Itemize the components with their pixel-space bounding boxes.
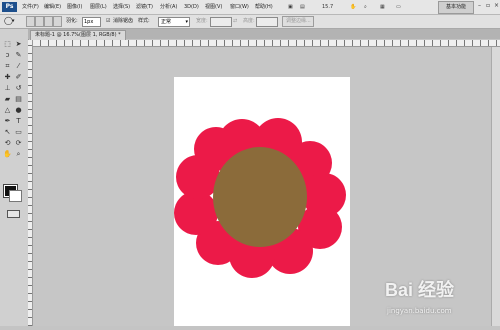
- bridge-icon[interactable]: ▣: [288, 2, 293, 12]
- height-label: 高度:: [243, 18, 255, 24]
- history-brush-icon[interactable]: ↺: [14, 84, 23, 93]
- hand-icon[interactable]: ✋: [350, 2, 356, 12]
- restore-icon[interactable]: ▫: [486, 3, 492, 9]
- menu-help[interactable]: 帮助(H): [255, 0, 273, 14]
- quick-select-icon[interactable]: ✎: [14, 51, 23, 60]
- feather-label: 羽化:: [66, 18, 78, 24]
- width-input[interactable]: [210, 17, 232, 27]
- screen-mode-icon[interactable]: ▭: [396, 2, 401, 12]
- watermark-logo: Bai 经验: [385, 280, 455, 300]
- shape-icon[interactable]: ▭: [14, 128, 23, 137]
- close-icon[interactable]: ×: [494, 3, 500, 9]
- baidu-watermark: Bai 经验 jingyan.baidu.com: [385, 276, 495, 324]
- minimize-icon[interactable]: –: [478, 3, 484, 9]
- style-value: 正常: [161, 19, 172, 25]
- horizontal-ruler[interactable]: [32, 40, 500, 47]
- zoom-tool-icon[interactable]: ⌕: [14, 150, 23, 159]
- menu-window[interactable]: 窗口(W): [230, 0, 249, 14]
- quick-mask-icon[interactable]: [7, 210, 20, 218]
- 3d-camera-icon[interactable]: ⟳: [14, 139, 23, 148]
- intersect-selection-icon[interactable]: [53, 16, 62, 27]
- menu-filter[interactable]: 滤镜(T): [136, 0, 153, 14]
- style-label: 样式:: [138, 18, 150, 24]
- photoshop-logo: Ps: [2, 2, 17, 12]
- menu-image[interactable]: 图像(I): [67, 0, 82, 14]
- flower-artwork: [174, 118, 346, 278]
- style-select[interactable]: 正常 ▾: [158, 17, 190, 27]
- eraser-icon[interactable]: ▰: [3, 95, 12, 104]
- menu-3d[interactable]: 3D(D): [184, 0, 199, 14]
- type-icon[interactable]: T: [14, 117, 23, 126]
- path-select-icon[interactable]: ↖: [3, 128, 12, 137]
- width-label: 宽度:: [196, 18, 208, 24]
- feather-input[interactable]: 1px: [82, 17, 101, 27]
- lasso-icon[interactable]: ↄ: [3, 51, 12, 60]
- document-canvas[interactable]: [174, 77, 350, 326]
- menu-edit[interactable]: 编辑(E): [44, 0, 61, 14]
- options-bar: ◯ ▾ 羽化: 1px ☑ 消除锯齿 样式: 正常 ▾ 宽度: ⇄ 高度: 调整…: [0, 15, 500, 29]
- pen-icon[interactable]: ✒: [3, 117, 12, 126]
- brush-icon[interactable]: ✐: [14, 73, 23, 82]
- height-input[interactable]: [256, 17, 278, 27]
- preset-dropdown-icon[interactable]: ▾: [12, 16, 15, 26]
- menu-select[interactable]: 选择(S): [113, 0, 130, 14]
- watermark-url: jingyan.baidu.com: [387, 307, 452, 315]
- document-tab[interactable]: 未标题-1 @ 16.7%(图层 1, RGB/8) *: [30, 30, 126, 40]
- gradient-icon[interactable]: ▤: [14, 95, 23, 104]
- 3d-rotate-icon[interactable]: ⟲: [3, 139, 12, 148]
- menu-view[interactable]: 视图(V): [205, 0, 222, 14]
- menu-bar: Ps 文件(F) 编辑(E) 图像(I) 图层(L) 选择(S) 滤镜(T) 分…: [0, 0, 500, 15]
- menu-layer[interactable]: 图层(L): [90, 0, 107, 14]
- menu-analysis[interactable]: 分析(A): [160, 0, 177, 14]
- menu-file[interactable]: 文件(F): [22, 0, 39, 14]
- chevron-down-icon: ▾: [185, 19, 188, 25]
- hand-tool-icon[interactable]: ✋: [3, 150, 12, 159]
- toolbox: ⬚ ➤ ↄ ✎ ⌗ ⁄ ✚ ✐ ⊥ ↺ ▰ ▤ △ ● ✒ T ↖ ▭ ⟲ ⟳ …: [0, 29, 29, 326]
- antialias-label: 消除锯齿: [113, 18, 134, 24]
- marquee-icon[interactable]: ⬚: [3, 40, 12, 49]
- blur-icon[interactable]: △: [3, 106, 12, 115]
- healing-brush-icon[interactable]: ✚: [3, 73, 12, 82]
- workspace-switcher[interactable]: 基本功能: [438, 1, 474, 14]
- flower-center: [213, 147, 307, 247]
- subtract-selection-icon[interactable]: [44, 16, 53, 27]
- move-icon[interactable]: ➤: [14, 40, 23, 49]
- feather-value: 1px: [84, 19, 94, 25]
- document-tab-bar: 未标题-1 @ 16.7%(图层 1, RGB/8) *: [28, 29, 500, 40]
- zoom-level[interactable]: 15.7: [322, 2, 333, 12]
- refine-edge-label: 调整边缘...: [286, 18, 311, 24]
- clone-stamp-icon[interactable]: ⊥: [3, 84, 12, 93]
- eyedropper-icon[interactable]: ⁄: [14, 62, 23, 71]
- minibridge-icon[interactable]: ▤: [300, 2, 305, 12]
- crop-icon[interactable]: ⌗: [3, 62, 12, 71]
- swap-dimensions-icon[interactable]: ⇄: [233, 16, 237, 26]
- refine-edge-button[interactable]: 调整边缘...: [282, 16, 314, 27]
- background-color-swatch[interactable]: [9, 190, 22, 202]
- antialias-checkbox[interactable]: ☑: [106, 16, 110, 26]
- add-selection-icon[interactable]: [35, 16, 44, 27]
- arrange-documents-icon[interactable]: ▦: [380, 2, 385, 12]
- new-selection-icon[interactable]: [26, 16, 35, 27]
- dodge-icon[interactable]: ●: [14, 106, 23, 115]
- zoom-icon[interactable]: ⌕: [364, 2, 367, 12]
